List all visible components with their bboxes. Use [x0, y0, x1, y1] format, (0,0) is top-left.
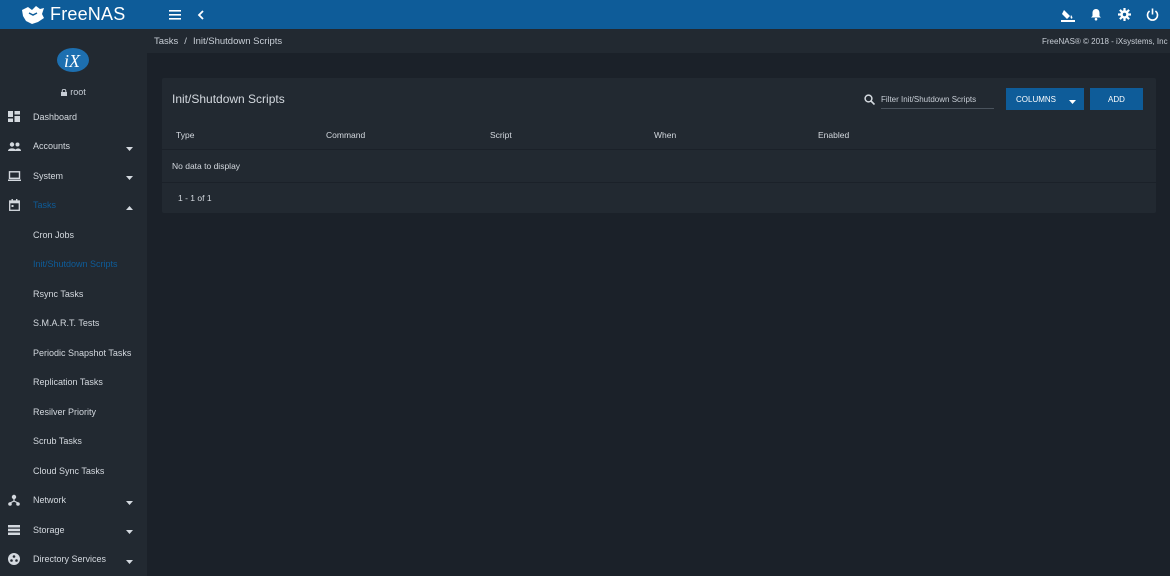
sidebar-item-directory-services[interactable]: Directory Services [0, 545, 147, 575]
breadcrumb-tasks-link[interactable]: Tasks [154, 36, 178, 47]
empty-table-message: No data to display [162, 150, 1156, 183]
user-name: root [70, 87, 86, 97]
brand-name: FreeNAS [50, 4, 126, 24]
page-title: Init/Shutdown Scripts [172, 92, 285, 106]
sidebar-item-label: Network [33, 495, 67, 506]
sidebar-item-label: Tasks [33, 200, 57, 211]
columns-button-label: COLUMNS [1016, 94, 1057, 104]
svg-text:iX: iX [64, 51, 81, 71]
directory-icon [7, 552, 21, 566]
network-icon [7, 493, 21, 507]
freenas-logo-icon [22, 5, 44, 24]
column-header-enabled[interactable]: Enabled [818, 130, 982, 140]
sidebar-item-dashboard[interactable]: Dashboard [0, 102, 147, 132]
people-icon [7, 139, 21, 153]
pagination-info: 1 - 1 of 1 [178, 193, 212, 203]
sidebar-item-label: Dashboard [33, 111, 78, 122]
chevron-left-icon[interactable] [189, 3, 213, 27]
breadcrumb: Tasks / Init/Shutdown Scripts FreeNAS® © 2… [147, 29, 1170, 53]
notifications-bell-icon[interactable] [1082, 1, 1110, 29]
sidebar-item-label: System [33, 170, 64, 181]
sidebar-subitem-cloud-sync-tasks[interactable]: Cloud Sync Tasks [0, 456, 147, 486]
theme-paint-icon[interactable] [1054, 1, 1082, 29]
sidebar-subitem-replication-tasks[interactable]: Replication Tasks [0, 368, 147, 398]
caret-down-icon [126, 556, 133, 566]
lock-icon [61, 88, 68, 98]
storage-icon [7, 523, 21, 537]
copyright-text: FreeNAS® © 2018 - iXsystems, Inc [1042, 36, 1168, 46]
sidebar-item-storage[interactable]: Storage [0, 515, 147, 545]
filter-input[interactable] [881, 93, 994, 109]
sidebar-subitem-periodic-snapshot-tasks[interactable]: Periodic Snapshot Tasks [0, 338, 147, 368]
dashboard-icon [7, 110, 21, 124]
caret-down-icon [126, 172, 133, 182]
column-header-when[interactable]: When [654, 130, 818, 140]
sidebar-item-accounts[interactable]: Accounts [0, 132, 147, 162]
sidebar-item-label: Directory Services [33, 554, 107, 565]
sidebar-subitem-scrub-tasks[interactable]: Scrub Tasks [0, 427, 147, 457]
sidebar-subitem-smart-tests[interactable]: S.M.A.R.T. Tests [0, 309, 147, 339]
sidebar-item-tasks[interactable]: Tasks [0, 191, 147, 221]
sidebar-subitem-init-shutdown-scripts[interactable]: Init/Shutdown Scripts [0, 250, 147, 280]
filter-box [864, 92, 994, 110]
sidebar-item-system[interactable]: System [0, 161, 147, 191]
sidebar: iX root Dashboard Accounts System Tasks … [0, 29, 147, 576]
laptop-icon [7, 169, 21, 183]
power-icon[interactable] [1138, 1, 1166, 29]
add-button[interactable]: ADD [1090, 88, 1143, 110]
table-header-row: Type Command Script When Enabled [162, 120, 1156, 150]
caret-down-icon [126, 526, 133, 536]
sidebar-subitem-cron-jobs[interactable]: Cron Jobs [0, 220, 147, 250]
sidebar-item-network[interactable]: Network [0, 486, 147, 516]
init-shutdown-scripts-card: Init/Shutdown Scripts COLUMNS ADD Type C… [162, 78, 1156, 213]
user-profile: iX root [0, 29, 147, 102]
ix-logo-icon: iX [57, 48, 89, 72]
sidebar-subitem-rsync-tasks[interactable]: Rsync Tasks [0, 279, 147, 309]
column-header-type[interactable]: Type [162, 130, 326, 140]
column-header-command[interactable]: Command [326, 130, 490, 140]
breadcrumb-current: Init/Shutdown Scripts [192, 35, 283, 47]
columns-button[interactable]: COLUMNS [1006, 88, 1084, 110]
caret-up-icon [126, 202, 133, 212]
breadcrumb-separator: / [184, 35, 187, 47]
sidebar-subitem-resilver-priority[interactable]: Resilver Priority [0, 397, 147, 427]
settings-gear-icon[interactable] [1110, 1, 1138, 29]
card-header: Init/Shutdown Scripts COLUMNS ADD [162, 78, 1156, 120]
menu-icon[interactable] [163, 3, 187, 27]
caret-down-icon [1069, 97, 1076, 106]
sidebar-item-label: Storage [33, 524, 65, 535]
calendar-icon [7, 198, 21, 212]
search-icon [864, 92, 876, 110]
brand[interactable]: FreeNAS [0, 0, 147, 29]
caret-down-icon [126, 497, 133, 507]
column-header-script[interactable]: Script [490, 130, 654, 140]
user-name-line: root [0, 87, 147, 98]
caret-down-icon [126, 143, 133, 153]
sidebar-item-label: Accounts [33, 141, 71, 152]
top-toolbar: FreeNAS [0, 0, 1170, 29]
